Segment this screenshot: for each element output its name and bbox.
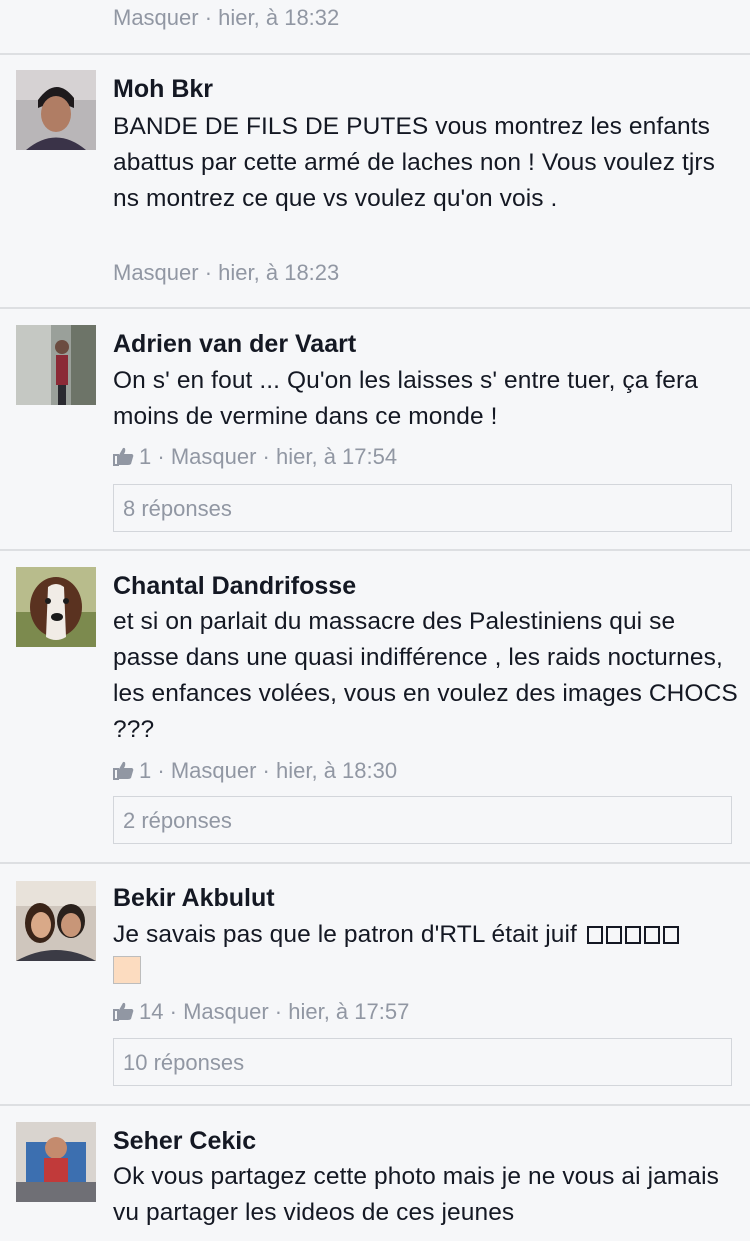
comment-time[interactable]: hier, à 18:30: [276, 758, 397, 783]
meta-separator: ·: [157, 758, 165, 783]
divider: [0, 549, 750, 551]
comment-author[interactable]: Adrien van der Vaart: [113, 330, 356, 359]
like-count[interactable]: 14: [113, 999, 170, 1024]
previous-comment-meta: Masquer · hier, à 18:32: [113, 5, 339, 31]
replies-label: 2 réponses: [123, 808, 232, 833]
unsupported-emoji-glyphs: [584, 921, 679, 948]
comment-time[interactable]: hier, à 18:32: [218, 5, 339, 30]
hide-link[interactable]: Masquer: [113, 5, 199, 30]
replies-button[interactable]: 8 réponses: [113, 484, 732, 532]
comment-meta: 1 · Masquer · hier, à 17:54: [113, 444, 397, 470]
meta-separator: ·: [157, 444, 165, 469]
avatar-photo: [16, 1122, 96, 1202]
avatar[interactable]: [16, 70, 96, 150]
thumbs-up-icon: [113, 447, 134, 466]
comment-text: On s' en fout ... Qu'on les laisses s' e…: [113, 367, 698, 430]
comment-meta: 1 · Masquer · hier, à 18:30: [113, 758, 397, 784]
emoji-icon: [113, 956, 141, 984]
comment-time[interactable]: hier, à 17:54: [276, 444, 397, 469]
comment-text: BANDE DE FILS DE PUTES vous montrez les …: [113, 113, 716, 212]
comment-text: Ok vous partagez cette photo mais je ne …: [113, 1163, 719, 1226]
meta-separator: ·: [204, 5, 213, 30]
like-count-value: 1: [139, 444, 152, 469]
like-count-value: 1: [139, 758, 152, 783]
comment-text: et si on parlait du massacre des Palesti…: [113, 608, 738, 743]
avatar[interactable]: [16, 325, 96, 405]
hide-link[interactable]: Masquer: [171, 444, 257, 469]
hide-link[interactable]: Masquer: [113, 260, 199, 285]
comment-author[interactable]: Moh Bkr: [113, 75, 213, 104]
meta-separator: ·: [262, 758, 270, 783]
comment-text-content: Je savais pas que le patron d'RTL était …: [113, 921, 577, 948]
replies-label: 8 réponses: [123, 496, 232, 521]
comment-author[interactable]: Chantal Dandrifosse: [113, 572, 356, 601]
avatar[interactable]: [16, 1122, 96, 1202]
meta-separator: ·: [169, 999, 177, 1024]
divider: [0, 862, 750, 864]
avatar-photo: [16, 881, 96, 961]
comment-time[interactable]: hier, à 18:23: [218, 260, 339, 285]
avatar-photo: [16, 567, 96, 647]
like-count[interactable]: 1: [113, 758, 157, 783]
meta-separator: ·: [274, 999, 283, 1024]
comment-author[interactable]: Bekir Akbulut: [113, 884, 275, 913]
hide-link[interactable]: Masquer: [183, 999, 269, 1024]
comment-time[interactable]: hier, à 17:57: [288, 999, 409, 1024]
comment-meta: Masquer · hier, à 18:23: [113, 260, 339, 286]
thumbs-up-icon: [113, 761, 134, 780]
meta-separator: ·: [262, 444, 270, 469]
hide-link[interactable]: Masquer: [171, 758, 257, 783]
divider: [0, 53, 750, 55]
avatar[interactable]: [16, 567, 96, 647]
replies-label: 10 réponses: [123, 1050, 245, 1075]
divider: [0, 307, 750, 309]
avatar-photo: [16, 70, 96, 150]
comment-meta: 14 · Masquer · hier, à 17:57: [113, 999, 409, 1025]
avatar-photo: [16, 325, 96, 405]
replies-button[interactable]: 10 réponses: [113, 1038, 732, 1086]
replies-button[interactable]: 2 réponses: [113, 796, 732, 844]
comment-text: Je savais pas que le patron d'RTL était …: [113, 917, 738, 989]
meta-separator: ·: [204, 260, 213, 285]
divider: [0, 1104, 750, 1106]
like-count-value: 14: [139, 999, 164, 1024]
thumbs-up-icon: [113, 1002, 134, 1021]
avatar[interactable]: [16, 881, 96, 961]
comment-author[interactable]: Seher Cekic: [113, 1127, 256, 1156]
like-count[interactable]: 1: [113, 444, 157, 469]
